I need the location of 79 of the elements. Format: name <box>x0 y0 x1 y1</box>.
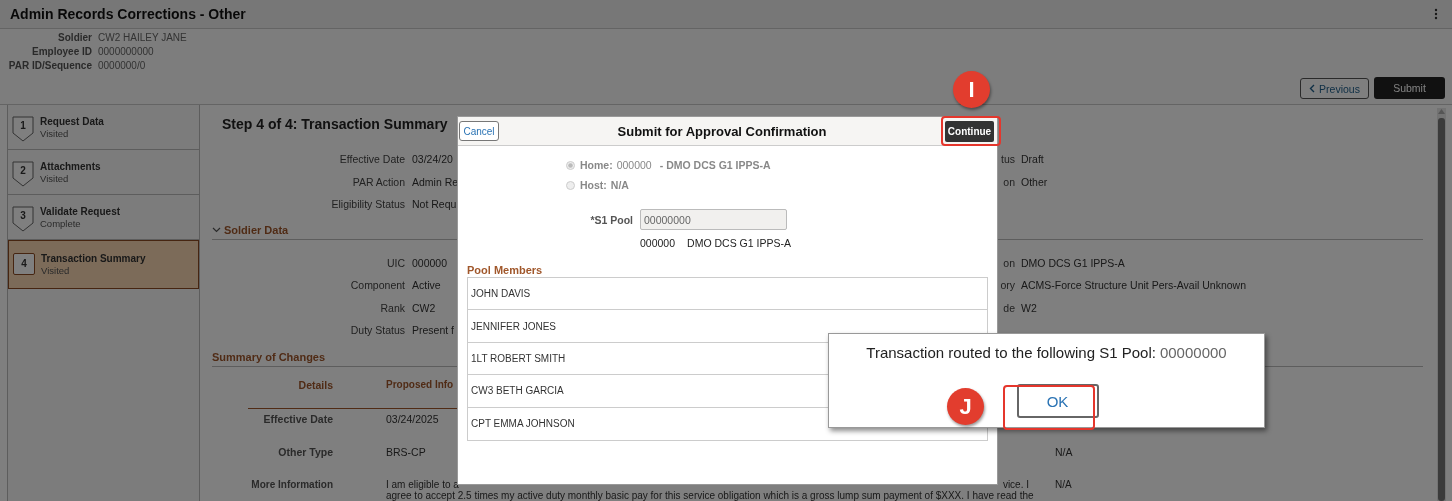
column-header: Proposed Info <box>386 378 454 391</box>
field-label: on <box>1002 256 1015 269</box>
step-item[interactable]: 2 Attachments Visited <box>8 150 199 195</box>
field-value: Draft <box>1021 153 1044 166</box>
radio-label: Host: N/A <box>580 179 629 191</box>
submit-button[interactable]: Submit <box>1374 77 1445 99</box>
info-value: 0000000000 <box>98 45 155 59</box>
scrollbar[interactable] <box>1437 108 1446 501</box>
step-status: Visited <box>41 265 71 277</box>
field-label: tus <box>1000 153 1015 166</box>
field-label: Rank <box>379 301 405 314</box>
field-value: 000000 <box>412 256 449 269</box>
ok-button[interactable]: OK <box>1016 384 1099 418</box>
info-label: PAR ID/Sequence <box>7 59 92 73</box>
field-value: 03/24/20 <box>412 153 454 166</box>
detail-label: More Information <box>250 478 333 490</box>
highlight-frame <box>941 116 1001 146</box>
field-label: *S1 Pool <box>589 213 633 226</box>
field-label: Component <box>349 279 405 292</box>
info-value: 0000000/0 <box>98 59 147 73</box>
more-icon[interactable] <box>1434 8 1438 20</box>
field-label: PAR Action <box>351 175 405 188</box>
field-value: Other <box>1021 175 1048 188</box>
step-item[interactable]: 4 Transaction Summary Visited <box>8 240 199 289</box>
continue-button[interactable]: Continue <box>945 120 994 142</box>
pool-name: DMO DCS G1 IPPS-A <box>687 237 791 251</box>
current-value: N/A <box>1055 478 1072 490</box>
step-item[interactable]: 1 Request Data Visited <box>8 105 199 150</box>
proposed-value: vice. I <box>1002 478 1029 490</box>
dialog-title: Submit for Approval Confirmation <box>617 123 827 139</box>
section-title[interactable]: Soldier Data <box>224 223 289 236</box>
previous-button[interactable]: Previous <box>1300 78 1369 99</box>
field-value: Present f <box>412 324 456 337</box>
current-value: N/A <box>1055 445 1073 458</box>
step-heading: Step 4 of 4: Transaction Summary <box>222 115 448 134</box>
field-label: UIC <box>385 256 405 269</box>
scroll-up-icon[interactable] <box>1437 108 1446 115</box>
field-label: on <box>1002 175 1015 188</box>
detail-label: Effective Date <box>262 412 333 425</box>
field-value: W2 <box>1021 301 1037 314</box>
detail-label: Other Type <box>277 445 333 458</box>
pool-code: 000000 <box>640 237 676 251</box>
step-number: 1 <box>12 116 34 142</box>
step-status: Visited <box>40 173 70 185</box>
chevron-down-icon[interactable] <box>212 226 221 233</box>
step-number: 3 <box>12 206 34 232</box>
section-title: Pool Members <box>467 263 544 277</box>
field-label: de <box>1002 301 1015 314</box>
proposed-value: BRS-CP <box>386 445 426 458</box>
field-value: DMO DCS G1 IPPS-A <box>1021 256 1125 269</box>
field-label: Effective Date <box>338 153 405 166</box>
radio-label: Home: 000000 - DMO DCS G1 IPPS-A <box>580 159 771 171</box>
step-number: 4 <box>13 253 35 275</box>
proposed-value: 03/24/2025 <box>386 412 439 425</box>
info-label: Soldier <box>57 31 92 45</box>
page-title: Admin Records Corrections - Other <box>10 6 246 22</box>
step-status: Complete <box>40 218 82 230</box>
step-title: Validate Request <box>40 206 121 218</box>
field-label: ory <box>1000 279 1015 292</box>
field-label: Eligibility Status <box>330 198 405 211</box>
column-header: Details <box>297 378 333 391</box>
step-title: Transaction Summary <box>41 253 146 265</box>
field-label: Duty Status <box>349 324 405 337</box>
cancel-button[interactable]: Cancel <box>459 121 499 141</box>
step-title: Request Data <box>40 116 104 128</box>
pool-number: 00000000 <box>1159 344 1227 361</box>
info-value: CW2 HAILEY JANE <box>98 31 187 45</box>
section-title: Summary of Changes <box>212 350 326 363</box>
field-value: Active <box>412 279 442 292</box>
step-status: Visited <box>40 128 70 140</box>
field-value: ACMS-Force Structure Unit Pers-Avail Unknown <box>1021 279 1247 292</box>
step-title: Attachments <box>40 161 101 173</box>
field-value: Admin Re <box>412 175 459 188</box>
info-label: Employee ID <box>30 45 92 59</box>
step-number: 2 <box>12 161 34 187</box>
chevron-left-icon <box>1309 84 1316 93</box>
field-value: CW2 <box>412 301 437 314</box>
field-value: Not Requ <box>412 198 458 211</box>
member-row[interactable]: JOHN DAVIS <box>468 278 987 311</box>
